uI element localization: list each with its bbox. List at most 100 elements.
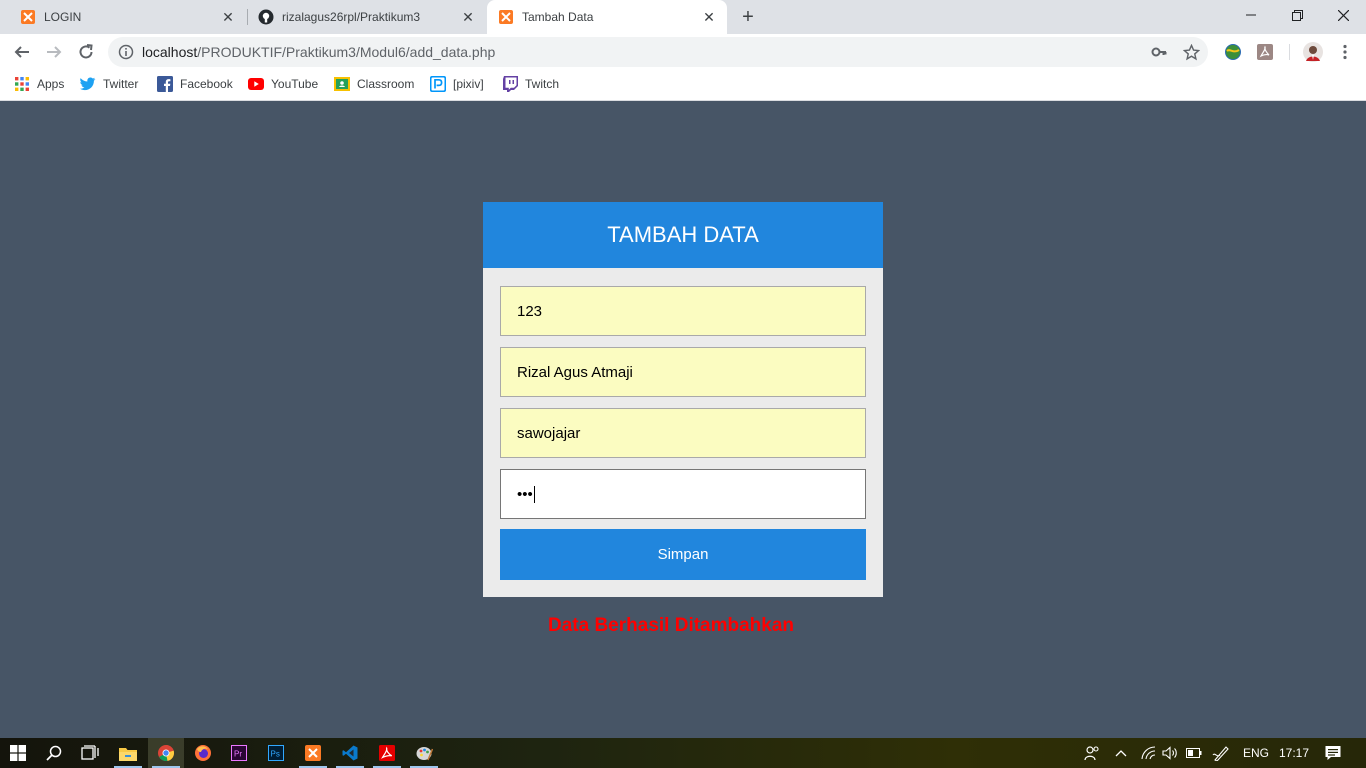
bookmark-facebook[interactable]: Facebook bbox=[157, 76, 233, 92]
back-button[interactable] bbox=[8, 38, 36, 66]
bookmark-twitter[interactable]: Twitter bbox=[80, 76, 138, 92]
acrobat-button[interactable] bbox=[369, 738, 405, 768]
close-icon[interactable]: ✕ bbox=[220, 9, 236, 25]
classroom-icon bbox=[334, 76, 350, 92]
start-button[interactable] bbox=[0, 738, 36, 768]
vscode-icon bbox=[342, 745, 358, 761]
bookmark-apps[interactable]: Apps bbox=[14, 76, 64, 92]
tab-tambah-data[interactable]: Tambah Data ✕ bbox=[487, 0, 727, 34]
reload-icon bbox=[79, 44, 93, 59]
profile-avatar[interactable] bbox=[1303, 42, 1323, 62]
firefox-button[interactable] bbox=[185, 738, 221, 768]
star-icon[interactable] bbox=[1182, 43, 1200, 61]
task-view-icon bbox=[81, 745, 99, 760]
search-button[interactable] bbox=[36, 738, 72, 768]
form-title: TAMBAH DATA bbox=[483, 202, 883, 268]
xampp-icon bbox=[498, 9, 514, 25]
language-indicator[interactable]: ENG bbox=[1238, 738, 1274, 768]
key-icon[interactable] bbox=[1150, 43, 1168, 61]
twitter-icon bbox=[80, 76, 96, 92]
firefox-icon bbox=[195, 745, 211, 761]
github-icon bbox=[258, 9, 274, 25]
add-data-form: TAMBAH DATA 123 Rizal Agus Atmaji sawoja… bbox=[483, 202, 883, 597]
globe-extension-icon[interactable] bbox=[1224, 43, 1242, 61]
battery-icon[interactable] bbox=[1183, 738, 1205, 768]
pen-icon[interactable] bbox=[1209, 738, 1233, 768]
close-icon[interactable]: ✕ bbox=[460, 9, 476, 25]
minimize-button[interactable] bbox=[1228, 0, 1274, 30]
bookmark-pixiv[interactable]: [pixiv] bbox=[430, 76, 484, 92]
text-caret bbox=[533, 485, 535, 503]
page-viewport: TAMBAH DATA 123 Rizal Agus Atmaji sawoja… bbox=[0, 101, 1366, 738]
bookmark-twitch[interactable]: Twitch bbox=[502, 76, 559, 92]
arrow-right-icon bbox=[47, 46, 62, 58]
palette-icon bbox=[416, 747, 433, 761]
bookmark-label: Apps bbox=[37, 77, 65, 91]
reload-button[interactable] bbox=[72, 38, 100, 66]
simpan-button[interactable]: Simpan bbox=[500, 529, 866, 580]
toolbar-divider bbox=[1289, 44, 1290, 60]
svg-text:Ps: Ps bbox=[271, 750, 280, 759]
pixiv-icon bbox=[430, 76, 446, 92]
id-field[interactable]: 123 bbox=[500, 286, 866, 336]
task-view-button[interactable] bbox=[72, 738, 108, 768]
bookmark-label: Twitch bbox=[525, 77, 560, 91]
paint-button[interactable] bbox=[406, 738, 442, 768]
restore-button[interactable] bbox=[1274, 0, 1320, 30]
svg-text:Pr: Pr bbox=[234, 750, 242, 759]
bookmark-classroom[interactable]: Classroom bbox=[334, 76, 414, 92]
bookmark-label: YouTube bbox=[271, 77, 319, 91]
success-message: Data Berhasil Ditambahkan bbox=[548, 615, 795, 636]
volume-icon[interactable] bbox=[1159, 738, 1181, 768]
browser-tab-strip: LOGIN ✕ rizalagus26rpl/Praktikum3 ✕ Tamb… bbox=[0, 0, 1366, 34]
xampp-icon bbox=[305, 745, 321, 761]
premiere-button[interactable]: Pr bbox=[221, 738, 257, 768]
bookmarks-bar: Apps Twitter Facebook YouTube Classroom … bbox=[0, 70, 1366, 101]
folder-icon bbox=[119, 747, 137, 761]
pdf-extension-icon[interactable] bbox=[1256, 43, 1274, 61]
acrobat-icon bbox=[379, 745, 395, 761]
chrome-button[interactable] bbox=[148, 738, 184, 768]
arrow-left-icon bbox=[14, 46, 29, 58]
address-bar[interactable]: localhost/PRODUKTIF/Praktikum3/Modul6/ad… bbox=[108, 37, 1208, 67]
youtube-icon bbox=[248, 76, 264, 92]
bookmark-youtube[interactable]: YouTube bbox=[248, 76, 318, 92]
bookmark-label: Twitter bbox=[103, 77, 139, 91]
tab-title: rizalagus26rpl/Praktikum3 bbox=[282, 10, 421, 24]
xampp-icon bbox=[20, 9, 36, 25]
new-tab-button[interactable]: + bbox=[737, 6, 759, 28]
notification-icon[interactable] bbox=[1318, 738, 1348, 768]
chrome-icon bbox=[158, 745, 174, 761]
file-explorer-button[interactable] bbox=[110, 738, 146, 768]
password-field[interactable]: ••• bbox=[500, 469, 866, 519]
forward-button[interactable] bbox=[40, 38, 68, 66]
photoshop-button[interactable]: Ps bbox=[258, 738, 294, 768]
url-text[interactable]: localhost/PRODUKTIF/Praktikum3/Modul6/ad… bbox=[142, 44, 495, 60]
close-icon[interactable]: ✕ bbox=[701, 9, 717, 25]
name-field[interactable]: Rizal Agus Atmaji bbox=[500, 347, 866, 397]
apps-grid-icon bbox=[14, 76, 30, 92]
people-icon[interactable] bbox=[1081, 738, 1103, 768]
address-field[interactable]: sawojajar bbox=[500, 408, 866, 458]
search-icon bbox=[46, 745, 62, 761]
password-mask: ••• bbox=[517, 485, 533, 503]
premiere-icon: Pr bbox=[231, 745, 247, 761]
facebook-icon bbox=[157, 76, 173, 92]
browser-toolbar: localhost/PRODUKTIF/Praktikum3/Modul6/ad… bbox=[0, 34, 1366, 70]
photoshop-icon: Ps bbox=[268, 745, 284, 761]
chevron-up-icon[interactable] bbox=[1111, 738, 1131, 768]
bookmark-label: Classroom bbox=[357, 77, 415, 91]
clock[interactable]: 17:17 bbox=[1276, 738, 1312, 768]
wifi-icon[interactable] bbox=[1137, 738, 1159, 768]
tab-login[interactable]: LOGIN ✕ bbox=[0, 0, 246, 34]
menu-dots-icon[interactable] bbox=[1336, 43, 1354, 61]
info-icon[interactable] bbox=[118, 44, 134, 60]
close-window-button[interactable] bbox=[1320, 0, 1366, 30]
vscode-button[interactable] bbox=[332, 738, 368, 768]
tab-title: Tambah Data bbox=[522, 10, 594, 24]
tab-github[interactable]: rizalagus26rpl/Praktikum3 ✕ bbox=[248, 0, 486, 34]
bookmark-label: [pixiv] bbox=[453, 77, 484, 91]
xampp-button[interactable] bbox=[295, 738, 331, 768]
windows-icon bbox=[10, 745, 26, 761]
twitch-icon bbox=[502, 76, 518, 92]
